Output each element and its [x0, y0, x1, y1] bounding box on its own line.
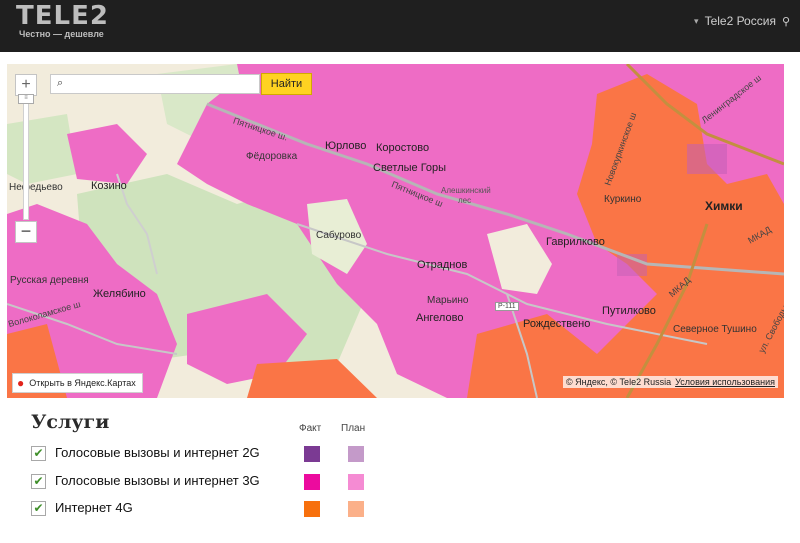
services-title: Услуги: [31, 411, 110, 433]
service-label-2g: Голосовые вызовы и интернет 2G: [55, 445, 260, 460]
tele2-logo[interactable]: TELE2 Честно — дешевле: [16, 2, 109, 39]
place-label: Куркино: [604, 194, 642, 205]
service-checkbox-2g[interactable]: ✔: [31, 446, 46, 461]
service-label-4g: Интернет 4G: [55, 500, 133, 515]
map-search-box[interactable]: ⌕: [50, 74, 260, 94]
open-in-yandex-maps-button[interactable]: ● Открыть в Яндекс.Картах: [12, 373, 143, 393]
map-canvas: [7, 64, 784, 398]
place-label: Сабурово: [316, 230, 362, 241]
place-label: Рождествено: [523, 318, 591, 330]
map-search-input[interactable]: [71, 76, 260, 94]
place-label: Алешкинский: [441, 186, 491, 195]
service-label-3g: Голосовые вызовы и интернет 3G: [55, 473, 260, 488]
place-label: Путилково: [602, 305, 656, 317]
swatch-4g-fact: [304, 501, 320, 517]
swatch-3g-plan: [348, 474, 364, 490]
copyright-text: © Яндекс, © Tele2 Russia: [566, 377, 672, 387]
place-label: Отраднов: [417, 259, 468, 271]
region-label: Tele2 Россия: [704, 14, 776, 28]
place-label: Ангелово: [416, 312, 464, 324]
place-label: Химки: [705, 199, 743, 213]
region-selector[interactable]: ▾ Tele2 Россия ⚲: [694, 14, 790, 28]
place-label: Марьино: [427, 295, 469, 306]
open-in-yandex-label: Открыть в Яндекс.Картах: [29, 378, 136, 388]
place-label: Козино: [91, 180, 127, 192]
place-label: Коростово: [376, 142, 430, 154]
map-copyright: © Яндекс, © Tele2 Russia Условия использ…: [563, 376, 778, 388]
location-pin-icon: ⚲: [781, 15, 790, 28]
column-header-plan: План: [341, 423, 366, 434]
place-label: Фёдоровка: [246, 151, 298, 162]
swatch-4g-plan: [348, 501, 364, 517]
service-checkbox-4g[interactable]: ✔: [31, 501, 46, 516]
search-button[interactable]: Найти: [261, 73, 312, 95]
swatch-2g-fact: [304, 446, 320, 462]
place-label: лес: [458, 196, 472, 205]
column-header-fact: Факт: [299, 423, 322, 434]
zoom-in-button[interactable]: +: [15, 74, 37, 96]
terms-link[interactable]: Условия использования: [675, 377, 775, 387]
place-label: Юрлово: [325, 140, 367, 152]
road-label: Р-111: [495, 302, 519, 311]
coverage-map[interactable]: Нефедьево Козино Фёдоровка Юрлово Корост…: [7, 64, 784, 398]
logo-tagline: Честно — дешевле: [19, 29, 104, 39]
chevron-down-icon: ▾: [694, 15, 699, 26]
zoom-slider-handle[interactable]: ≡: [18, 94, 34, 104]
place-label: Желябино: [93, 288, 146, 300]
top-bar: TELE2 Честно — дешевле ▾ Tele2 Россия ⚲: [0, 0, 800, 52]
swatch-3g-fact: [304, 474, 320, 490]
logo-text: TELE2: [16, 1, 109, 31]
zoom-out-button[interactable]: −: [15, 221, 37, 243]
zoom-slider-track[interactable]: [23, 98, 29, 220]
place-label: Русская деревня: [10, 275, 89, 286]
place-label: Северное Тушино: [673, 324, 757, 335]
swatch-2g-plan: [348, 446, 364, 462]
magnifier-icon: ⌕: [57, 77, 64, 89]
place-label: Гаврилково: [546, 236, 605, 248]
place-label: Нефедьево: [9, 182, 63, 193]
service-checkbox-3g[interactable]: ✔: [31, 474, 46, 489]
yandex-pin-icon: ●: [17, 376, 25, 390]
place-label: Светлые Горы: [373, 162, 447, 174]
